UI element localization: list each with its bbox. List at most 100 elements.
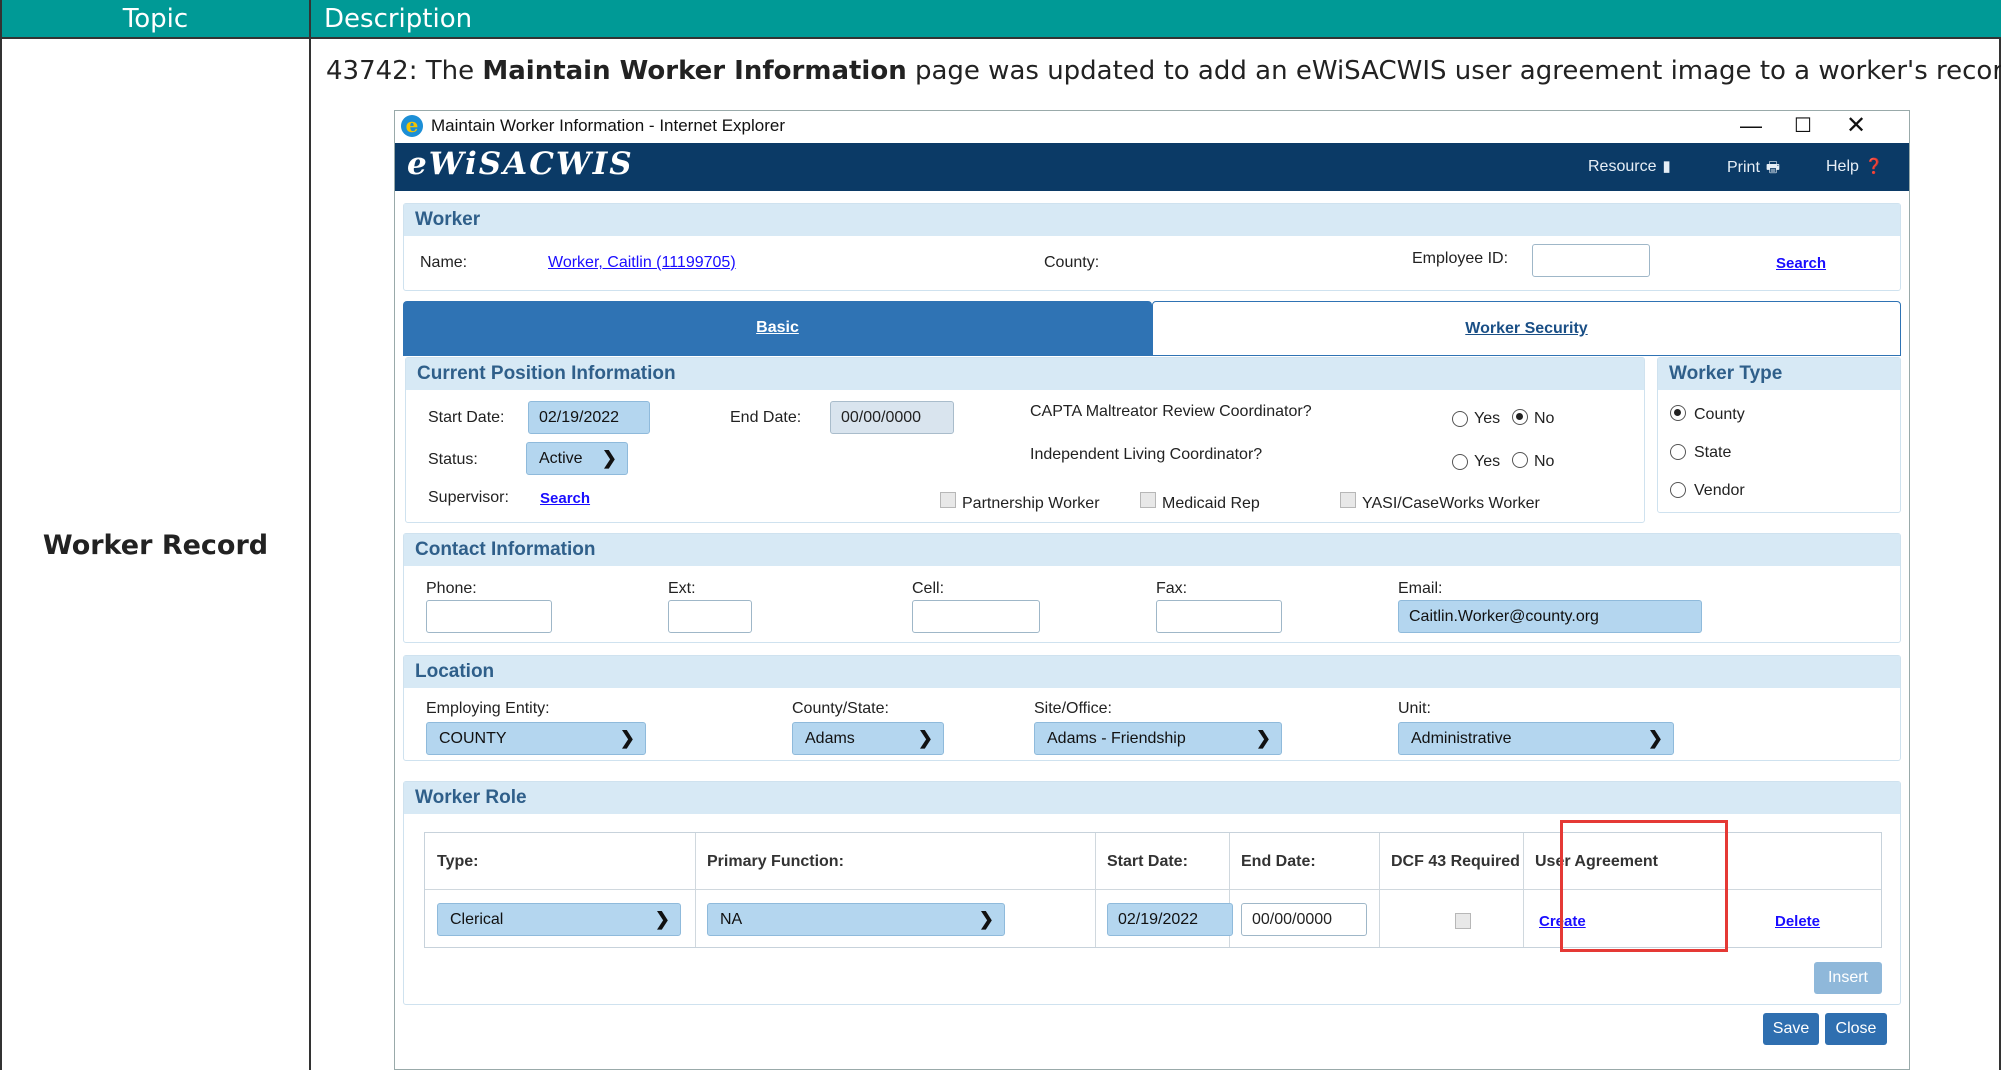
desc-prefix: 43742: The bbox=[326, 56, 483, 86]
county-radio[interactable] bbox=[1670, 405, 1686, 421]
description-text: 43742: The Maintain Worker Information p… bbox=[326, 56, 2001, 86]
employee-id-label: Employee ID: bbox=[1412, 250, 1509, 267]
column-divider bbox=[1095, 833, 1096, 947]
delete-role-link[interactable]: Delete bbox=[1775, 913, 1820, 930]
close-window-button[interactable]: ✕ bbox=[1831, 111, 1881, 143]
resource-link[interactable]: Resource ▮ bbox=[1588, 157, 1671, 176]
chevron-down-icon: ❯ bbox=[619, 728, 635, 748]
status-select[interactable]: Active ❯ bbox=[526, 442, 628, 475]
worker-heading: Worker bbox=[404, 204, 1900, 236]
site-select[interactable]: Adams - Friendship ❯ bbox=[1034, 722, 1282, 755]
insert-button[interactable]: Insert bbox=[1814, 962, 1882, 994]
col-primary-function: Primary Function: bbox=[707, 853, 844, 870]
worker-name-link[interactable]: Worker, Caitlin (11199705) bbox=[548, 254, 736, 272]
worker-search-link[interactable]: Search bbox=[1776, 255, 1826, 272]
state-type-label: State bbox=[1694, 444, 1732, 461]
column-divider bbox=[695, 833, 696, 947]
site-value: Adams - Friendship bbox=[1047, 730, 1186, 747]
partnership-label: Partnership Worker bbox=[962, 495, 1100, 512]
save-button[interactable]: Save bbox=[1763, 1013, 1819, 1045]
column-divider bbox=[1523, 833, 1524, 947]
email-input[interactable]: Caitlin.Worker@county.org bbox=[1398, 600, 1702, 633]
type-value: Clerical bbox=[450, 911, 504, 928]
printer-icon: 🖶 bbox=[1765, 159, 1781, 176]
supervisor-search-link[interactable]: Search bbox=[540, 490, 590, 507]
print-link[interactable]: Print 🖶 bbox=[1727, 157, 1780, 182]
employee-id-input[interactable] bbox=[1532, 244, 1650, 277]
close-button[interactable]: Close bbox=[1825, 1013, 1887, 1045]
medicaid-checkbox[interactable] bbox=[1140, 492, 1156, 508]
chevron-down-icon: ❯ bbox=[601, 448, 617, 468]
role-end-date-input[interactable]: 00/00/0000 bbox=[1241, 903, 1367, 936]
cell-label: Cell: bbox=[912, 580, 945, 597]
help-label: Help bbox=[1826, 158, 1859, 175]
site-label: Site/Office: bbox=[1034, 700, 1112, 717]
tab-basic[interactable]: Basic bbox=[403, 301, 1152, 356]
start-date-input[interactable]: 02/19/2022 bbox=[528, 401, 650, 434]
worker-type-heading: Worker Type bbox=[1658, 358, 1900, 390]
tab-worker-security[interactable]: Worker Security bbox=[1152, 301, 1901, 356]
tab-basic-label: Basic bbox=[756, 319, 799, 336]
entity-select[interactable]: COUNTY ❯ bbox=[426, 722, 646, 755]
email-label: Email: bbox=[1398, 580, 1443, 597]
worker-type-panel: Worker Type County State Vendor bbox=[1657, 357, 1901, 513]
county-state-value: Adams bbox=[805, 730, 855, 747]
unit-select[interactable]: Administrative ❯ bbox=[1398, 722, 1674, 755]
phone-input[interactable] bbox=[426, 600, 552, 633]
supervisor-label: Supervisor: bbox=[428, 489, 509, 506]
help-link[interactable]: Help ❓ bbox=[1826, 157, 1884, 176]
medicaid-label: Medicaid Rep bbox=[1162, 495, 1260, 512]
contact-heading: Contact Information bbox=[404, 534, 1900, 566]
type-select[interactable]: Clerical ❯ bbox=[437, 903, 681, 936]
highlight-box bbox=[1560, 820, 1728, 952]
county-type-label: County bbox=[1694, 406, 1745, 423]
window-title: Maintain Worker Information - Internet E… bbox=[431, 116, 785, 135]
yasi-checkbox[interactable] bbox=[1340, 492, 1356, 508]
county-state-select[interactable]: Adams ❯ bbox=[792, 722, 944, 755]
window-titlebar: e Maintain Worker Information - Internet… bbox=[395, 111, 1909, 143]
end-date-input[interactable]: 00/00/0000 bbox=[830, 401, 954, 434]
ilc-yes-radio[interactable] bbox=[1452, 454, 1468, 470]
location-panel: Location Employing Entity: COUNTY ❯ Count… bbox=[403, 655, 1901, 761]
resource-label: Resource bbox=[1588, 158, 1657, 175]
book-icon: ▮ bbox=[1662, 158, 1671, 175]
chevron-down-icon: ❯ bbox=[654, 909, 670, 929]
partnership-checkbox[interactable] bbox=[940, 492, 956, 508]
capta-no-label: No bbox=[1534, 410, 1555, 427]
ilc-no-radio[interactable] bbox=[1512, 452, 1528, 468]
ext-input[interactable] bbox=[668, 600, 752, 633]
entity-value: COUNTY bbox=[439, 730, 507, 747]
minimize-button[interactable]: — bbox=[1726, 111, 1776, 143]
role-start-date-input[interactable]: 02/19/2022 bbox=[1107, 903, 1233, 936]
yasi-label: YASI/CaseWorks Worker bbox=[1362, 495, 1540, 512]
chevron-down-icon: ❯ bbox=[917, 728, 933, 748]
app-banner: eWiSACWIS Resource ▮ Print 🖶 Help ❓ bbox=[395, 143, 1909, 191]
worker-panel: Worker Name: Worker, Caitlin (11199705) … bbox=[403, 203, 1901, 291]
primary-function-select[interactable]: NA ❯ bbox=[707, 903, 1005, 936]
capta-yes-label: Yes bbox=[1474, 410, 1501, 427]
state-radio[interactable] bbox=[1670, 444, 1686, 460]
county-state-label: County/State: bbox=[792, 700, 889, 717]
start-date-label: Start Date: bbox=[428, 409, 505, 426]
cell-input[interactable] bbox=[912, 600, 1040, 633]
fax-input[interactable] bbox=[1156, 600, 1282, 633]
dcf43-checkbox[interactable] bbox=[1455, 913, 1471, 929]
primary-function-value: NA bbox=[720, 911, 743, 928]
capta-no-radio[interactable] bbox=[1512, 409, 1528, 425]
vendor-radio[interactable] bbox=[1670, 482, 1686, 498]
vendor-type-label: Vendor bbox=[1694, 482, 1745, 499]
print-label: Print bbox=[1727, 159, 1760, 176]
chevron-down-icon: ❯ bbox=[1647, 728, 1663, 748]
maximize-button[interactable]: ☐ bbox=[1778, 111, 1828, 143]
status-label: Status: bbox=[428, 451, 478, 468]
capta-yes-radio[interactable] bbox=[1452, 411, 1468, 427]
phone-label: Phone: bbox=[426, 580, 477, 597]
ie-logo-icon: e bbox=[401, 115, 423, 137]
contact-panel: Contact Information Phone: Ext: Cell: Fa… bbox=[403, 533, 1901, 643]
unit-label: Unit: bbox=[1398, 700, 1431, 717]
col-start-date: Start Date: bbox=[1107, 853, 1188, 870]
header-description: Description bbox=[324, 4, 473, 34]
ext-label: Ext: bbox=[668, 580, 696, 597]
desc-bold: Maintain Worker Information bbox=[482, 56, 907, 86]
position-panel: Current Position Information Start Date:… bbox=[405, 357, 1645, 523]
